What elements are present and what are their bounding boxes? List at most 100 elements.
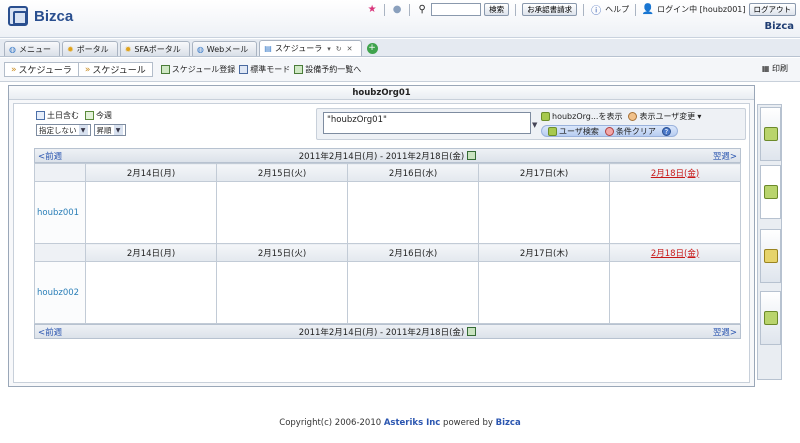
tab-webmail[interactable]: ◍ Webメール	[191, 41, 258, 56]
tab-portal[interactable]: ✹ ポータル	[61, 41, 118, 56]
clear-conditions-button[interactable]: 条件クリア	[604, 126, 656, 137]
help-icon[interactable]: ?	[661, 126, 671, 136]
star-icon[interactable]: ★	[366, 4, 378, 16]
crumb-schedule[interactable]: » スケジュール	[77, 62, 153, 77]
user-link[interactable]: houbz002	[34, 261, 86, 324]
app-header: Bizca ★ ● ⚲ 検索 お承認書請求 ⓘ ヘルプ 👤 ログイン中 [hou…	[0, 0, 800, 38]
sun-icon: ✹	[66, 44, 74, 54]
close-icon[interactable]: ✕	[347, 45, 353, 53]
order-select[interactable]: 昇順 ▼	[93, 124, 126, 136]
product-name: Bizca	[495, 418, 521, 428]
tab-menu[interactable]: ◍ メニュー	[4, 41, 60, 56]
chevron-down-icon[interactable]: ▾	[327, 45, 331, 53]
crumb-label: スケジュール	[92, 66, 146, 76]
user-link[interactable]: houbz001	[34, 181, 86, 244]
group-week-view-button[interactable]	[760, 107, 781, 161]
show-org-button[interactable]: houbzOrg...を表示	[541, 111, 622, 122]
weekend-icon	[36, 111, 45, 120]
prev-week-link[interactable]: <前週	[38, 326, 62, 338]
this-week-button[interactable]: 今週	[85, 110, 112, 121]
printer-icon: ▦	[761, 64, 770, 73]
filter-select[interactable]: 指定しない ▼	[36, 124, 91, 136]
schedule-cell[interactable]	[478, 261, 610, 324]
table-row: houbz001	[34, 181, 741, 244]
search-icon: ⚲	[418, 4, 426, 15]
prev-week-link[interactable]: <前週	[38, 150, 62, 162]
standard-mode-link[interactable]: 標準モード	[239, 64, 290, 75]
week-nav-top: <前週 2011年2月14日(月) - 2011年2月18日(金) 翌週>	[34, 148, 741, 163]
day-header-today[interactable]: 2月18日(金)	[609, 243, 741, 262]
schedule-cell[interactable]	[216, 181, 348, 244]
date-range: 2011年2月14日(月) - 2011年2月18日(金)	[298, 327, 465, 338]
schedule-cell[interactable]	[609, 261, 741, 324]
schedule-cell[interactable]	[347, 261, 479, 324]
facility-list-link[interactable]: 設備予約一覧へ	[294, 64, 361, 75]
calendar-icon	[85, 111, 94, 120]
search-input[interactable]	[431, 3, 482, 16]
day-header: 2月16日(水)	[347, 163, 479, 182]
schedule-cell[interactable]	[478, 181, 610, 244]
personal-list-view-button[interactable]	[760, 291, 781, 345]
search-user-icon	[548, 126, 557, 136]
search-actions: ユーザ検索 条件クリア ?	[541, 125, 678, 137]
mode-icon	[239, 65, 249, 74]
schedule-cell[interactable]	[216, 261, 348, 324]
group-day-view-button[interactable]	[760, 165, 781, 219]
day-header-today[interactable]: 2月18日(金)	[609, 163, 741, 182]
globe-icon: ◍	[196, 44, 204, 54]
tab-bar: ◍ メニュー ✹ ポータル ✹ SFAポータル ◍ Webメール ▤ スケジュー…	[0, 39, 800, 57]
user-list-icon	[763, 311, 778, 325]
corner-cell	[34, 163, 86, 182]
chevron-down-icon: ▾	[697, 112, 702, 121]
schedule-register-link[interactable]: スケジュール登録	[160, 64, 235, 75]
logout-button[interactable]: ログアウト	[748, 3, 796, 16]
chevron-down-icon[interactable]: ▼	[532, 121, 537, 129]
table-row: houbz002	[34, 261, 741, 324]
calendar-picker-icon[interactable]	[467, 151, 477, 160]
crumb-scheduler[interactable]: » スケジューラ	[4, 62, 78, 77]
add-tab-icon[interactable]: +	[366, 43, 378, 54]
day-header: 2月17日(木)	[478, 243, 610, 262]
double-chevron-icon: »	[84, 64, 91, 75]
schedule-cell[interactable]	[609, 181, 741, 244]
help-icon[interactable]: ⓘ	[590, 4, 602, 17]
week-nav-bottom: <前週 2011年2月14日(月) - 2011年2月18日(金) 翌週>	[34, 324, 741, 339]
search-button[interactable]: 検索	[484, 3, 510, 16]
panel-body: 土日含む 今週 指定しない ▼ 昇順 ▼ "houbzOrg01" ▼ houb…	[13, 103, 750, 383]
user-search-button[interactable]: ユーザ検索	[548, 126, 599, 137]
clear-icon	[604, 126, 614, 136]
chat-icon[interactable]: ●	[391, 4, 403, 16]
logo-mark-icon	[8, 6, 28, 26]
calendar-picker-icon[interactable]	[467, 327, 477, 336]
link-label: 標準モード	[250, 65, 291, 74]
logo-text: Bizca	[34, 7, 74, 25]
company-name: Asteriks Inc	[383, 418, 441, 428]
next-week-link[interactable]: 翌週>	[713, 326, 737, 338]
divider	[384, 3, 386, 16]
help-link[interactable]: ヘルプ	[605, 4, 629, 15]
tab-scheduler[interactable]: ▤ スケジューラ ▾ ↻ ✕	[259, 40, 362, 56]
chevron-down-icon: ▼	[113, 125, 123, 135]
refresh-icon[interactable]: ↻	[336, 45, 342, 53]
footer: Copyright(c) 2006-2010 Asteriks Inc powe…	[0, 418, 800, 428]
org-selector: "houbzOrg01" ▼ houbzOrg...を表示 表示ユーザ変更 ▾	[316, 108, 746, 140]
login-status: ログイン中 [houbz001]	[657, 5, 746, 14]
schedule-grid: <前週 2011年2月14日(月) - 2011年2月18日(金) 翌週> 2月…	[34, 148, 741, 339]
org-list-box[interactable]: "houbzOrg01"	[323, 112, 531, 134]
schedule-cell[interactable]	[85, 261, 217, 324]
action-label: 表示ユーザ変更	[639, 112, 696, 121]
print-button[interactable]: ▦ 印刷	[762, 63, 788, 74]
tab-sfa-portal[interactable]: ✹ SFAポータル	[119, 41, 190, 56]
personal-month-view-button[interactable]	[760, 229, 781, 283]
crumb-label: スケジューラ	[18, 66, 72, 76]
schedule-cell[interactable]	[85, 181, 217, 244]
divider	[409, 3, 411, 16]
button-label: 今週	[96, 111, 112, 120]
chevron-down-icon: ▼	[78, 125, 88, 135]
approval-button[interactable]: お承認書請求	[522, 3, 578, 16]
app-name: Bizca	[764, 21, 794, 32]
next-week-link[interactable]: 翌週>	[713, 150, 737, 162]
change-user-button[interactable]: 表示ユーザ変更 ▾	[628, 111, 701, 122]
schedule-cell[interactable]	[347, 181, 479, 244]
include-weekend-toggle[interactable]: 土日含む	[36, 110, 79, 121]
